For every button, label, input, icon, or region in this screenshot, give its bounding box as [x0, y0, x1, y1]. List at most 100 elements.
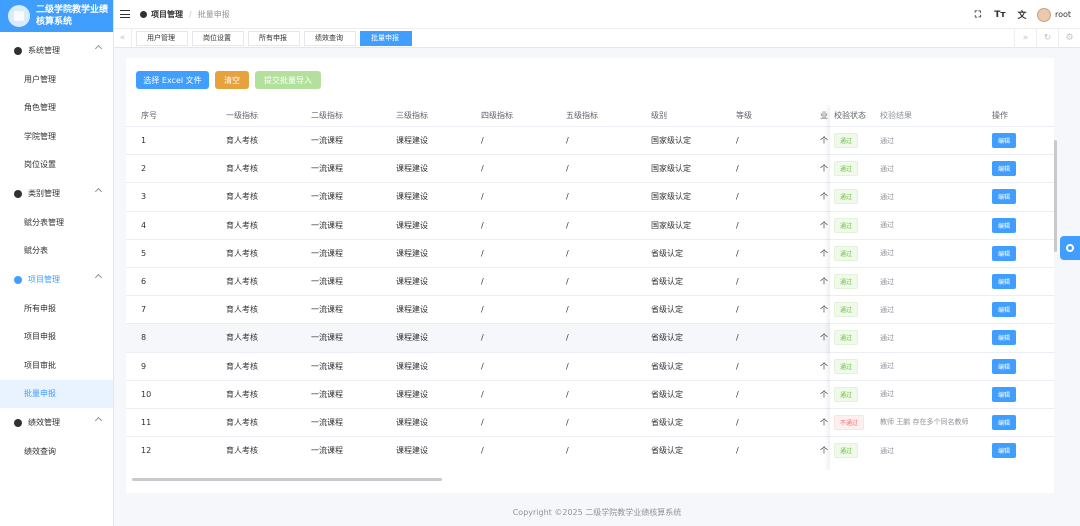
table-cell: /	[736, 361, 739, 371]
select-excel-button[interactable]: 选择 Excel 文件	[136, 71, 209, 89]
fixed-row: 通过 通过 编辑	[830, 379, 1054, 408]
status-cell: 不通过	[830, 414, 876, 430]
fullscreen-icon[interactable]: ⛶	[967, 10, 989, 20]
column-header[interactable]: 等级	[732, 110, 816, 121]
table-cell: 7	[141, 305, 147, 315]
table-cell: 育人考核	[226, 333, 258, 343]
menu-item[interactable]: 用户管理	[0, 65, 113, 94]
result-cell: 通过	[880, 305, 894, 314]
status-cell: 通过	[830, 330, 876, 346]
edit-button[interactable]: 编辑	[992, 189, 1017, 205]
tabs-prev-icon[interactable]: «	[114, 28, 132, 48]
table-cell: 个,	[820, 192, 828, 202]
edit-button[interactable]: 编辑	[992, 245, 1017, 261]
edit-button[interactable]: 编辑	[992, 217, 1017, 233]
menu-group-2[interactable]: 项目管理	[0, 265, 113, 294]
table-cell: 一流课程	[311, 220, 343, 230]
table-cell: 12	[141, 446, 152, 456]
edit-button[interactable]: 编辑	[992, 302, 1017, 318]
tab-1[interactable]: 岗位设置	[192, 30, 244, 46]
table-cell: 一流课程	[311, 389, 343, 399]
action-cell: 编辑	[988, 386, 1048, 402]
avatar[interactable]	[1036, 7, 1051, 22]
data-table: 序号 一级指标 二级指标 三级指标 四级指标 五级指标 级别 等级业 1 育人考核 一流课程 课程建…	[126, 105, 1054, 471]
action-cell: 编辑	[988, 161, 1048, 177]
table-cell: /	[736, 248, 739, 258]
tab-2[interactable]: 所有申报	[248, 30, 300, 46]
menu-item[interactable]: 岗位设置	[0, 151, 113, 180]
menu-item[interactable]: 项目申报	[0, 323, 113, 352]
menu-item[interactable]: 角色管理	[0, 94, 113, 123]
column-header[interactable]: 序号	[137, 110, 222, 121]
menu-item[interactable]: 绩效查询	[0, 437, 113, 466]
column-header[interactable]: 二级指标	[307, 110, 392, 121]
menu-group-3[interactable]: 绩效管理	[0, 408, 113, 437]
edit-button[interactable]: 编辑	[992, 133, 1017, 149]
translate-icon[interactable]: 文	[1011, 8, 1033, 21]
menu-item[interactable]: 学院管理	[0, 122, 113, 151]
menu-group-0[interactable]: 系统管理	[0, 36, 113, 65]
menu-item[interactable]: 批量申报	[0, 379, 113, 408]
batch-card: 选择 Excel 文件 清空 提交批量导入 序号 一级指标 二级指标 三级指标 四级指标…	[126, 58, 1057, 493]
fixed-row: 通过 通过 编辑	[830, 295, 1054, 323]
submit-import-button[interactable]: 提交批量导入	[255, 71, 321, 89]
menu-item[interactable]: 赋分表管理	[0, 208, 113, 237]
action-buttons: 选择 Excel 文件 清空 提交批量导入	[136, 71, 327, 89]
edit-button[interactable]: 编辑	[992, 358, 1017, 374]
menu-item[interactable]: 所有申报	[0, 294, 113, 323]
table-cell: 11	[141, 417, 152, 427]
settings-icon[interactable]: ⚙	[1058, 29, 1080, 48]
column-header[interactable]: 一级指标	[222, 110, 307, 121]
edit-button[interactable]: 编辑	[992, 330, 1017, 346]
clear-button[interactable]: 清空	[215, 71, 249, 89]
menu-item[interactable]: 项目审批	[0, 351, 113, 380]
table-cell: 个,	[820, 389, 828, 399]
table-cell: 10	[141, 389, 152, 399]
table-cell: 课程建设	[396, 361, 428, 371]
horizontal-scrollbar[interactable]	[132, 478, 442, 481]
column-header[interactable]: 三级指标	[392, 110, 477, 121]
menu-item[interactable]: 赋分表	[0, 237, 113, 266]
tab-0[interactable]: 用户管理	[136, 30, 188, 46]
edit-button[interactable]: 编辑	[992, 274, 1017, 290]
table-cell: 个,	[820, 136, 828, 146]
edit-button[interactable]: 编辑	[992, 414, 1017, 430]
column-header[interactable]: 五级指标	[562, 110, 647, 121]
table-cell: 一流课程	[311, 417, 343, 427]
menu-group-1[interactable]: 类别管理	[0, 179, 113, 208]
tab-3[interactable]: 绩效查询	[304, 30, 356, 46]
vertical-scrollbar[interactable]	[1054, 140, 1057, 252]
table-cell: 育人考核	[226, 305, 258, 315]
edit-button[interactable]: 编辑	[992, 161, 1017, 177]
table-cell: 省级认定	[651, 446, 683, 456]
column-header[interactable]: 级别	[647, 110, 732, 121]
table-cell: /	[566, 417, 569, 427]
fixed-row: 通过 通过 编辑	[830, 323, 1054, 351]
action-cell: 编辑	[988, 189, 1048, 205]
edit-button[interactable]: 编辑	[992, 443, 1017, 459]
table-cell: /	[566, 446, 569, 456]
edit-button[interactable]: 编辑	[992, 386, 1017, 402]
app-title: 二级学院教学业绩核算系统	[36, 5, 109, 27]
column-header[interactable]: 四级指标	[477, 110, 562, 121]
status-badge: 通过	[834, 189, 859, 205]
column-header[interactable]: 业	[816, 110, 828, 121]
project-icon	[140, 10, 147, 18]
font-size-icon[interactable]: Tт	[989, 10, 1011, 20]
refresh-icon[interactable]: ↻	[1036, 29, 1058, 48]
status-cell: 通过	[830, 161, 876, 177]
menu-toggle-icon[interactable]	[120, 10, 130, 18]
table-cell: 个,	[820, 164, 828, 174]
table-cell: 育人考核	[226, 389, 258, 399]
tab-4[interactable]: 批量申报	[360, 30, 412, 46]
tabs-bar: « 用户管理 岗位设置 所有申报 绩效查询 批量申报 » ↻ ⚙	[114, 28, 1080, 48]
username[interactable]: root	[1055, 10, 1071, 19]
table-cell: /	[481, 446, 484, 456]
breadcrumb-parent[interactable]: 项目管理	[151, 9, 183, 20]
table-cell: 育人考核	[226, 136, 258, 146]
fixed-body: 通过 通过 编辑 通过 通过 编辑 通过 通过 编辑 通过 通过 编辑 通过 通过 编辑 通过 通过 编辑 通过 通过…	[830, 126, 1054, 464]
tabs-next-icon[interactable]: »	[1014, 29, 1036, 48]
table-cell: 个,	[820, 446, 828, 456]
settings-float-icon[interactable]	[1060, 236, 1080, 260]
status-cell: 通过	[830, 133, 876, 149]
